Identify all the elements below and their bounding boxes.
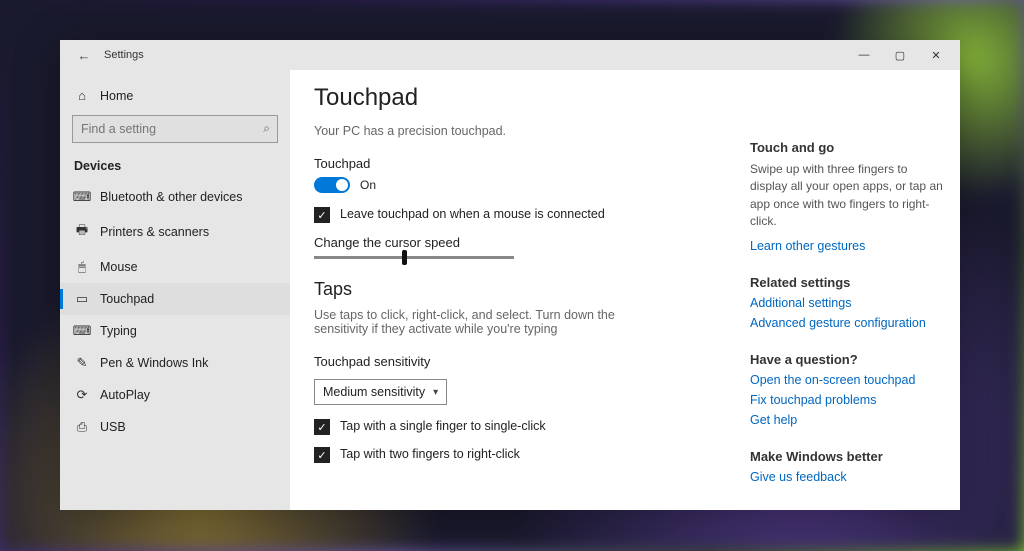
close-button[interactable]: ✕: [918, 40, 954, 70]
touch-and-go-desc: Swipe up with three fingers to display a…: [750, 161, 944, 231]
taps-heading: Taps: [314, 279, 726, 300]
sidebar-item-label: Typing: [100, 324, 137, 338]
feedback-link[interactable]: Give us feedback: [750, 470, 944, 484]
keyboard-icon: ⌨: [74, 323, 90, 339]
have-question-title: Have a question?: [750, 352, 944, 367]
pen-icon: ✎: [74, 355, 90, 371]
autoplay-icon: ⟳: [74, 387, 90, 403]
sidebar-item-typing[interactable]: ⌨ Typing: [60, 315, 290, 347]
learn-gestures-link[interactable]: Learn other gestures: [750, 239, 944, 253]
related-settings-title: Related settings: [750, 275, 944, 290]
touchpad-toggle-state: On: [360, 178, 376, 192]
aside-pane: Touch and go Swipe up with three fingers…: [750, 70, 960, 510]
sensitivity-select[interactable]: Medium sensitivity ▾: [314, 379, 447, 405]
mouse-icon: 🖱: [74, 259, 90, 275]
sidebar-item-usb[interactable]: ⎙ USB: [60, 411, 290, 443]
sidebar-home[interactable]: ⌂ Home: [60, 80, 290, 111]
additional-settings-link[interactable]: Additional settings: [750, 296, 944, 310]
maximize-button[interactable]: ▢: [882, 40, 918, 70]
tap-single-checkbox[interactable]: ✓: [314, 419, 330, 435]
back-button[interactable]: ←: [74, 48, 94, 63]
page-title: Touchpad: [314, 84, 726, 112]
sidebar-item-label: Printers & scanners: [100, 225, 209, 239]
touchpad-icon: ▭: [74, 291, 90, 307]
chevron-down-icon: ▾: [433, 387, 438, 398]
taps-description: Use taps to click, right-click, and sele…: [314, 308, 644, 336]
sidebar-item-printers[interactable]: 🖶 Printers & scanners: [60, 213, 290, 251]
sidebar-item-bluetooth[interactable]: ⌨ Bluetooth & other devices: [60, 181, 290, 213]
devices-icon: ⌨: [74, 189, 90, 205]
touchpad-toggle-label: Touchpad: [314, 156, 726, 171]
sensitivity-label: Touchpad sensitivity: [314, 354, 726, 369]
sidebar-item-autoplay[interactable]: ⟳ AutoPlay: [60, 379, 290, 411]
sidebar-item-mouse[interactable]: 🖱 Mouse: [60, 251, 290, 283]
printer-icon: 🖶: [74, 221, 90, 243]
open-onscreen-touchpad-link[interactable]: Open the on-screen touchpad: [750, 373, 944, 387]
titlebar: ← Settings — ▢ ✕: [60, 40, 960, 70]
sidebar-item-label: AutoPlay: [100, 388, 150, 402]
make-better-title: Make Windows better: [750, 449, 944, 464]
sidebar-section-label: Devices: [60, 153, 290, 181]
cursor-speed-slider[interactable]: [314, 256, 514, 259]
sidebar-item-label: USB: [100, 420, 126, 434]
cursor-speed-label: Change the cursor speed: [314, 235, 726, 250]
leave-on-label: Leave touchpad on when a mouse is connec…: [340, 207, 605, 221]
window-title: Settings: [104, 49, 846, 61]
sidebar-item-label: Mouse: [100, 260, 138, 274]
sidebar-item-touchpad[interactable]: ▭ Touchpad: [60, 283, 290, 315]
settings-window: ← Settings — ▢ ✕ ⌂ Home ⌕ Devices ⌨ Blue…: [60, 40, 960, 510]
sidebar-item-label: Touchpad: [100, 292, 154, 306]
tap-two-checkbox[interactable]: ✓: [314, 447, 330, 463]
sidebar-item-pen[interactable]: ✎ Pen & Windows Ink: [60, 347, 290, 379]
touch-and-go-title: Touch and go: [750, 140, 944, 155]
main-pane: Touchpad Your PC has a precision touchpa…: [290, 70, 750, 510]
sidebar-item-label: Pen & Windows Ink: [100, 356, 208, 370]
page-intro: Your PC has a precision touchpad.: [314, 124, 726, 138]
tap-two-label: Tap with two fingers to right-click: [340, 447, 520, 461]
advanced-gesture-link[interactable]: Advanced gesture configuration: [750, 316, 944, 330]
sidebar-home-label: Home: [100, 89, 133, 103]
touchpad-toggle[interactable]: [314, 177, 350, 193]
sidebar-item-label: Bluetooth & other devices: [100, 190, 242, 204]
sensitivity-value: Medium sensitivity: [323, 385, 425, 399]
home-icon: ⌂: [74, 88, 90, 103]
get-help-link[interactable]: Get help: [750, 413, 944, 427]
tap-single-label: Tap with a single finger to single-click: [340, 419, 546, 433]
minimize-button[interactable]: —: [846, 40, 882, 70]
sidebar: ⌂ Home ⌕ Devices ⌨ Bluetooth & other dev…: [60, 70, 290, 510]
slider-thumb[interactable]: [402, 250, 407, 265]
usb-icon: ⎙: [74, 419, 90, 435]
search-input[interactable]: [72, 115, 278, 143]
leave-on-checkbox[interactable]: ✓: [314, 207, 330, 223]
fix-touchpad-link[interactable]: Fix touchpad problems: [750, 393, 944, 407]
